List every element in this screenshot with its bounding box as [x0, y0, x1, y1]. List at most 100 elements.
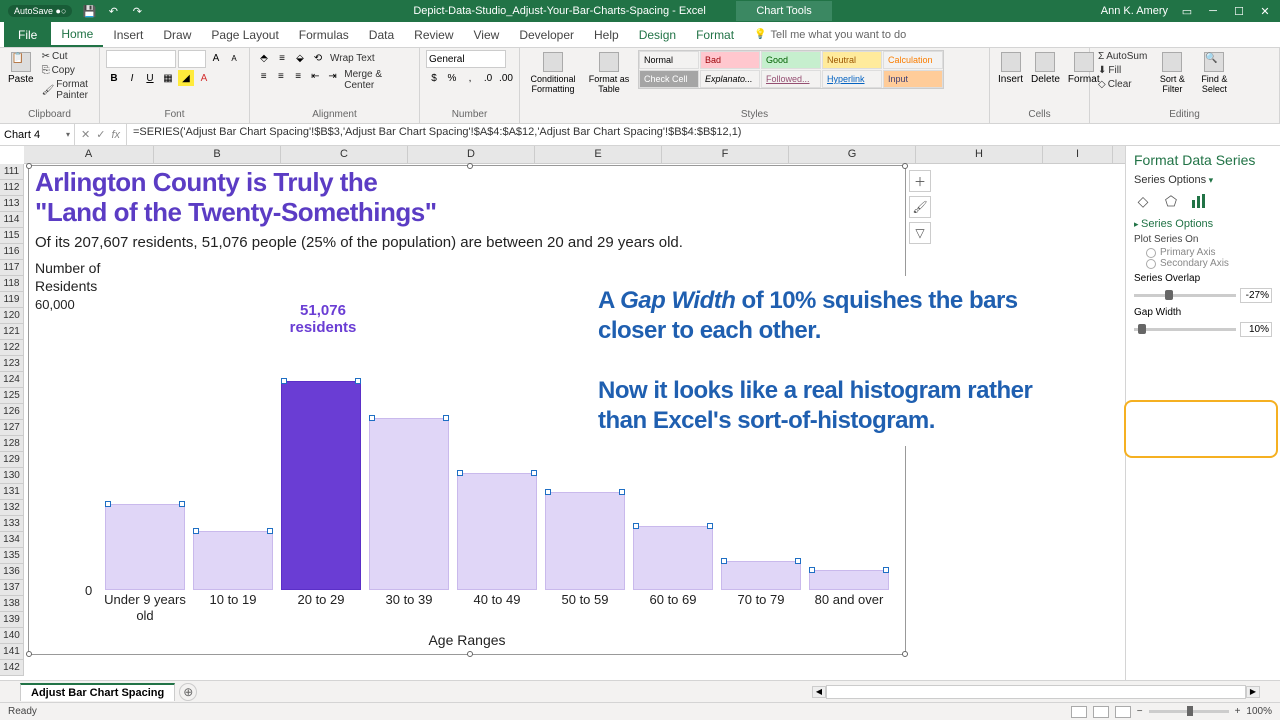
row-header[interactable]: 134	[0, 532, 24, 548]
sheet-tab[interactable]: Adjust Bar Chart Spacing	[20, 683, 175, 701]
hscroll-right[interactable]: ▶	[1246, 686, 1260, 698]
bar[interactable]	[545, 492, 625, 590]
chart-styles-button[interactable]: 🖌	[909, 196, 931, 218]
formula-input[interactable]: =SERIES('Adjust Bar Chart Spacing'!$B$3,…	[127, 124, 1280, 145]
row-header[interactable]: 128	[0, 436, 24, 452]
number-format-select[interactable]	[426, 50, 506, 68]
save-icon[interactable]: 💾	[82, 4, 96, 18]
series-handle[interactable]	[809, 567, 815, 573]
col-header[interactable]: A	[24, 146, 154, 163]
series-handle[interactable]	[545, 489, 551, 495]
increase-decimal-icon[interactable]: .0	[480, 70, 496, 86]
row-header[interactable]: 141	[0, 644, 24, 660]
conditional-formatting-button[interactable]: Conditional Formatting	[526, 50, 580, 96]
bar[interactable]	[721, 561, 801, 590]
fill-line-icon[interactable]: ◇	[1134, 192, 1152, 210]
series-options-section[interactable]: Series Options	[1134, 218, 1272, 230]
zoom-in-button[interactable]: +	[1235, 706, 1241, 717]
series-overlap-input[interactable]	[1240, 288, 1272, 303]
tab-draw[interactable]: Draw	[153, 24, 201, 46]
series-handle[interactable]	[457, 470, 463, 476]
chart-elements-button[interactable]: ＋	[909, 170, 931, 192]
series-handle[interactable]	[105, 501, 111, 507]
align-left-icon[interactable]: ≡	[256, 68, 271, 84]
style-hyperlink[interactable]: Hyperlink	[822, 70, 882, 88]
indent-dec-icon[interactable]: ⇤	[308, 68, 323, 84]
sort-filter-button[interactable]: Sort & Filter	[1153, 50, 1191, 96]
chart-subtitle[interactable]: Of its 207,607 residents, 51,076 people …	[29, 228, 905, 259]
delete-cells-button[interactable]: Delete	[1029, 50, 1062, 87]
hscroll-left[interactable]: ◀	[812, 686, 826, 698]
row-header[interactable]: 124	[0, 372, 24, 388]
row-header[interactable]: 120	[0, 308, 24, 324]
style-check-cell[interactable]: Check Cell	[639, 70, 699, 88]
col-header[interactable]: I	[1043, 146, 1113, 163]
font-color-icon[interactable]: A	[196, 70, 212, 86]
bar[interactable]	[369, 418, 449, 590]
worksheet[interactable]: A B C D E F G H I 1111121131141151161171…	[0, 146, 1125, 680]
enter-formula-icon[interactable]: ✓	[96, 128, 105, 141]
chart-filters-button[interactable]: ▽	[909, 222, 931, 244]
decrease-decimal-icon[interactable]: .00	[498, 70, 514, 86]
row-header[interactable]: 131	[0, 484, 24, 500]
ribbon-options-icon[interactable]: ▭	[1180, 4, 1194, 18]
tab-data[interactable]: Data	[359, 24, 404, 46]
col-header[interactable]: H	[916, 146, 1043, 163]
selection-handle[interactable]	[902, 651, 908, 657]
align-top-icon[interactable]: ⬘	[256, 50, 272, 66]
tab-format[interactable]: Format	[686, 24, 744, 46]
row-header[interactable]: 118	[0, 276, 24, 292]
row-header[interactable]: 142	[0, 660, 24, 676]
undo-icon[interactable]: ↶	[106, 4, 120, 18]
bar[interactable]	[105, 504, 185, 590]
tab-insert[interactable]: Insert	[103, 24, 153, 46]
row-header[interactable]: 138	[0, 596, 24, 612]
name-box[interactable]: Chart 4	[0, 124, 75, 145]
page-layout-view-button[interactable]	[1093, 706, 1109, 718]
zoom-level[interactable]: 100%	[1246, 706, 1272, 717]
selection-handle[interactable]	[467, 163, 473, 169]
col-header[interactable]: D	[408, 146, 535, 163]
row-header[interactable]: 136	[0, 564, 24, 580]
paste-button[interactable]: 📋 Paste	[6, 50, 36, 87]
row-header[interactable]: 135	[0, 548, 24, 564]
series-handle[interactable]	[619, 489, 625, 495]
fx-icon[interactable]: fx	[111, 129, 120, 141]
series-handle[interactable]	[281, 378, 287, 384]
pane-subtitle[interactable]: Series Options	[1134, 174, 1272, 186]
hscroll-track[interactable]	[826, 685, 1246, 699]
tab-help[interactable]: Help	[584, 24, 629, 46]
tab-file[interactable]: File	[4, 22, 51, 47]
series-handle[interactable]	[531, 470, 537, 476]
style-bad[interactable]: Bad	[700, 51, 760, 69]
bar[interactable]	[193, 531, 273, 590]
gap-width-input[interactable]	[1240, 322, 1272, 337]
align-bottom-icon[interactable]: ⬙	[292, 50, 308, 66]
fill-color-icon[interactable]: ◢	[178, 70, 194, 86]
tab-review[interactable]: Review	[404, 24, 463, 46]
border-icon[interactable]: ▦	[160, 70, 176, 86]
bar[interactable]	[457, 473, 537, 590]
series-handle[interactable]	[707, 523, 713, 529]
page-break-view-button[interactable]	[1115, 706, 1131, 718]
tab-home[interactable]: Home	[51, 23, 103, 47]
normal-view-button[interactable]	[1071, 706, 1087, 718]
series-options-icon[interactable]	[1190, 192, 1208, 210]
format-as-table-button[interactable]: Format as Table	[584, 50, 634, 96]
italic-icon[interactable]: I	[124, 70, 140, 86]
col-header[interactable]: F	[662, 146, 789, 163]
style-neutral[interactable]: Neutral	[822, 51, 882, 69]
selection-handle[interactable]	[902, 163, 908, 169]
add-sheet-button[interactable]: ⊕	[179, 683, 197, 701]
series-handle[interactable]	[267, 528, 273, 534]
tab-page-layout[interactable]: Page Layout	[201, 24, 288, 46]
autosum-button[interactable]: Σ AutoSum	[1096, 50, 1149, 63]
wrap-text-button[interactable]: Wrap Text	[328, 50, 377, 66]
col-header[interactable]: E	[535, 146, 662, 163]
close-icon[interactable]: ✕	[1258, 4, 1272, 18]
row-header[interactable]: 117	[0, 260, 24, 276]
series-handle[interactable]	[795, 558, 801, 564]
redo-icon[interactable]: ↷	[130, 4, 144, 18]
clear-button[interactable]: ◇ Clear	[1096, 78, 1149, 91]
series-handle[interactable]	[883, 567, 889, 573]
